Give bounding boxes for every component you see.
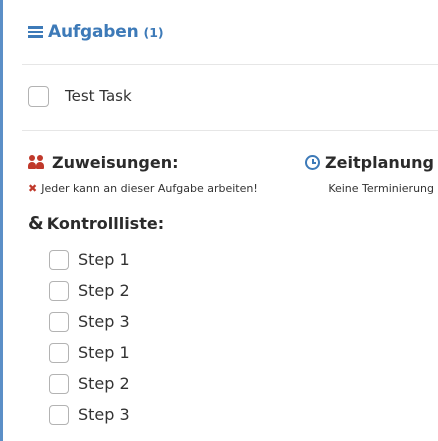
ampersand-icon: & (28, 212, 44, 234)
task-checkbox[interactable] (28, 85, 49, 107)
divider (22, 64, 438, 65)
checklist-checkbox[interactable] (49, 404, 69, 425)
assignments-title: Zuweisungen: (52, 152, 179, 172)
tasks-count: (1) (143, 24, 164, 40)
checklist-item-label[interactable]: Step 2 (78, 281, 130, 300)
tasks-header: Aufgaben (1) (28, 20, 164, 44)
menu-icon[interactable] (28, 26, 43, 38)
assignments-heading: Zuweisungen: (28, 150, 179, 174)
assignments-detail-text: Jeder kann an dieser Aufgabe arbeiten! (41, 181, 258, 195)
checklist-item-label[interactable]: Step 3 (78, 405, 130, 424)
checklist-checkbox[interactable] (49, 342, 69, 363)
checklist-item[interactable]: Step 2 (49, 368, 130, 399)
checklist-checkbox[interactable] (49, 280, 69, 301)
clock-icon (305, 154, 321, 170)
tasks-title: Aufgaben (48, 22, 139, 42)
divider (22, 130, 438, 131)
left-accent-border (0, 0, 3, 441)
scheduling-detail: Keine Terminierung (328, 180, 434, 196)
checklist-item[interactable]: Step 3 (49, 399, 130, 430)
scheduling-detail-text: Keine Terminierung (328, 181, 434, 195)
close-icon: ✖ (28, 181, 38, 195)
checklist-item[interactable]: Step 3 (49, 306, 130, 337)
checklist-item-label[interactable]: Step 2 (78, 374, 130, 393)
task-label[interactable]: Test Task (65, 87, 132, 105)
checklist-checkbox[interactable] (49, 373, 69, 394)
scheduling-title: Zeitplanung (325, 152, 434, 172)
checklist-title: Kontrollliste: (46, 213, 165, 233)
checklist-heading: & Kontrollliste: (28, 212, 164, 234)
checklist-checkbox[interactable] (49, 249, 69, 270)
checklist-items: Step 1 Step 2 Step 3 Step 1 Step 2 Step … (49, 244, 130, 430)
users-icon (28, 155, 45, 169)
checklist-item-label[interactable]: Step 1 (78, 343, 130, 362)
checklist-item-label[interactable]: Step 3 (78, 312, 130, 331)
checklist-item[interactable]: Step 2 (49, 275, 130, 306)
checklist-checkbox[interactable] (49, 311, 69, 332)
checklist-item[interactable]: Step 1 (49, 244, 130, 275)
checklist-item-label[interactable]: Step 1 (78, 250, 130, 269)
scheduling-heading: Zeitplanung (305, 150, 434, 174)
checklist-item[interactable]: Step 1 (49, 337, 130, 368)
task-item[interactable]: Test Task (28, 84, 132, 108)
assignments-detail: ✖ Jeder kann an dieser Aufgabe arbeiten! (28, 180, 258, 196)
